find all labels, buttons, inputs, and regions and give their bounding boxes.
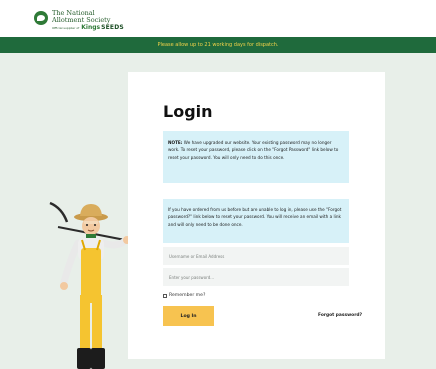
page-title: Login: [163, 102, 213, 121]
upgrade-notice: NOTE: We have upgraded our website. Your…: [163, 131, 349, 183]
notice-text: We have upgraded our website. Your exist…: [168, 140, 339, 160]
forgot-password-link[interactable]: Forgot password?: [318, 313, 362, 318]
site-header: The National Allotment Society Official …: [0, 0, 436, 37]
site-logo[interactable]: The National Allotment Society Official …: [34, 10, 124, 31]
logo-seeds-text: SEEDS: [101, 24, 124, 31]
leaf-logo-icon: [34, 11, 48, 25]
remember-me-label: Remember me?: [169, 293, 206, 298]
dispatch-banner: Please allow up to 21 working days for d…: [0, 37, 436, 53]
remember-me[interactable]: Remember me?: [163, 293, 205, 298]
logo-supplier-text: Official supplier of: [52, 25, 80, 30]
logo-kings-text: Kings: [81, 24, 101, 31]
password-input[interactable]: [163, 268, 349, 286]
dispatch-banner-text: Please allow up to 21 working days for d…: [157, 42, 279, 48]
reset-notice-text: If you have ordered from us before but a…: [168, 207, 342, 227]
reset-notice: If you have ordered from us before but a…: [163, 199, 349, 243]
logo-subline: Official supplier of Kings SEEDS: [52, 24, 124, 31]
notice-label: NOTE:: [168, 140, 183, 145]
login-button[interactable]: Log In: [163, 306, 214, 326]
login-card: Login NOTE: We have upgraded our website…: [128, 72, 385, 359]
logo-text: The National Allotment Society Official …: [52, 10, 124, 31]
logo-line-2: Allotment Society: [52, 15, 111, 24]
username-input[interactable]: [163, 247, 349, 265]
remember-me-checkbox[interactable]: [163, 293, 167, 298]
